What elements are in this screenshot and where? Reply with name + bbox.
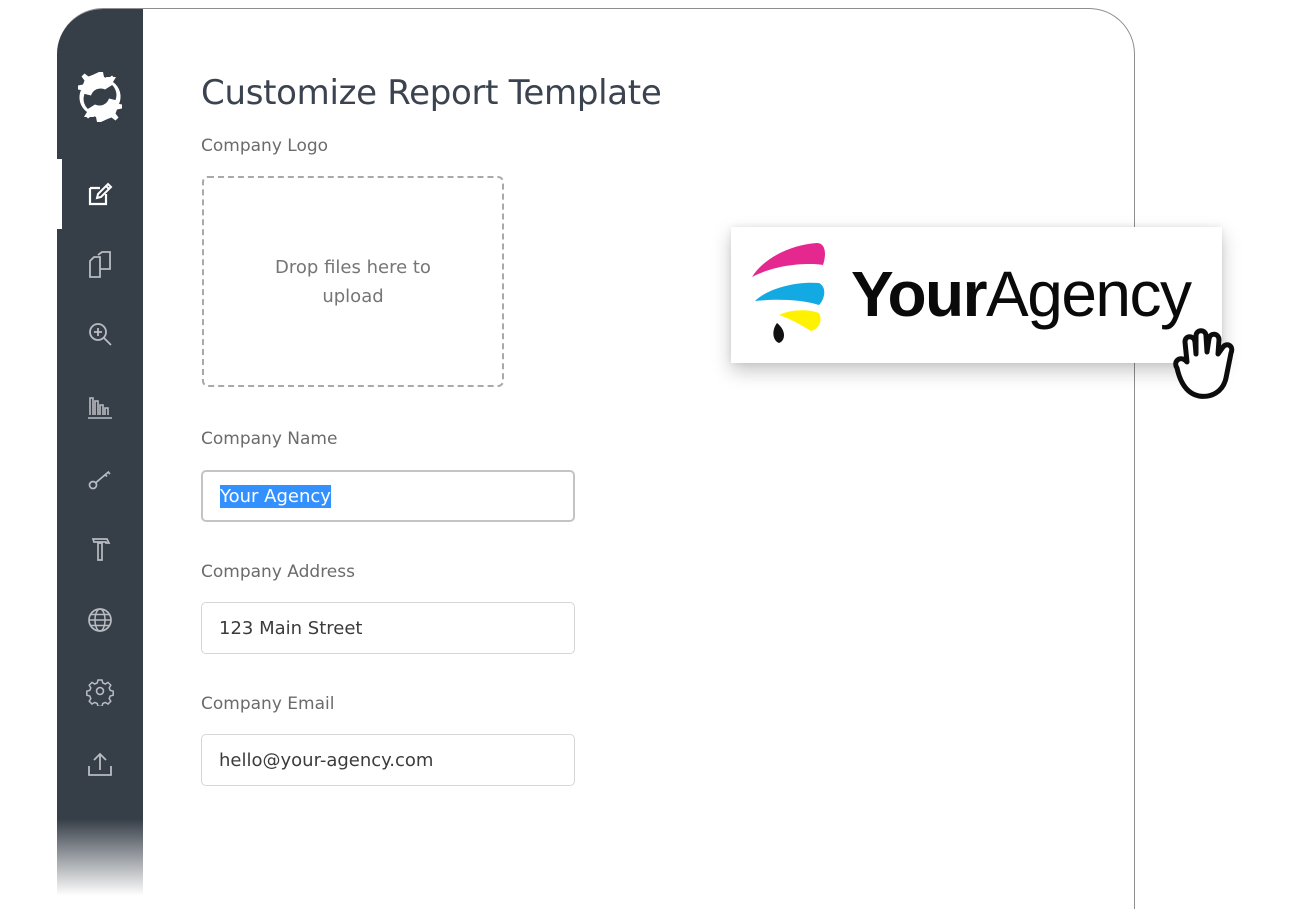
sidebar-item-tools[interactable] — [57, 514, 143, 584]
logo-word-regular: Agency — [986, 258, 1192, 330]
page-title: Customize Report Template — [201, 73, 662, 113]
zoom-in-icon — [89, 323, 112, 346]
sidebar-item-search[interactable] — [57, 299, 143, 369]
sidebar-item-documents[interactable] — [57, 229, 143, 299]
company-email-value: hello@your-agency.com — [219, 749, 434, 771]
logo-dropzone[interactable]: Drop files here to upload — [202, 176, 504, 387]
logo-word-bold: Your — [851, 258, 988, 330]
sidebar — [57, 9, 143, 909]
gear-icon — [86, 679, 114, 706]
dropzone-text: Drop files here to upload — [275, 256, 431, 307]
edit-icon — [88, 182, 113, 206]
agency-logo-mark-icon — [752, 243, 825, 343]
dragged-logo-card[interactable]: YourAgency — [731, 227, 1222, 363]
company-address-value: 123 Main Street — [219, 617, 363, 639]
sidebar-item-export[interactable] — [57, 729, 143, 799]
hammer-icon — [91, 538, 111, 561]
report-template-form: Customize Report Template Company Logo D… — [143, 9, 1134, 909]
company-name-label: Company Name — [201, 429, 338, 449]
copy-documents-icon — [89, 251, 111, 278]
key-icon — [88, 470, 111, 490]
company-name-input[interactable]: Your Agency — [201, 470, 575, 522]
company-logo-label: Company Logo — [201, 136, 329, 156]
gear-sync-icon[interactable] — [67, 64, 133, 130]
globe-icon — [88, 608, 112, 632]
company-address-label: Company Address — [201, 562, 355, 582]
grab-hand-icon — [1173, 328, 1235, 399]
company-email-input[interactable]: hello@your-agency.com — [201, 734, 575, 786]
upload-icon — [88, 752, 112, 776]
bar-chart-icon — [88, 397, 112, 419]
sidebar-item-web[interactable] — [57, 585, 143, 655]
company-email-label: Company Email — [201, 694, 335, 714]
company-address-input[interactable]: 123 Main Street — [201, 602, 575, 654]
company-name-value: Your Agency — [220, 484, 331, 508]
sidebar-item-edit[interactable] — [57, 159, 143, 229]
sidebar-item-reports[interactable] — [57, 371, 143, 441]
agency-logo-wordmark: YourAgency — [851, 255, 1192, 333]
sidebar-item-settings[interactable] — [57, 657, 143, 727]
app-window: Customize Report Template Company Logo D… — [57, 8, 1135, 909]
sidebar-item-keys[interactable] — [57, 443, 143, 513]
